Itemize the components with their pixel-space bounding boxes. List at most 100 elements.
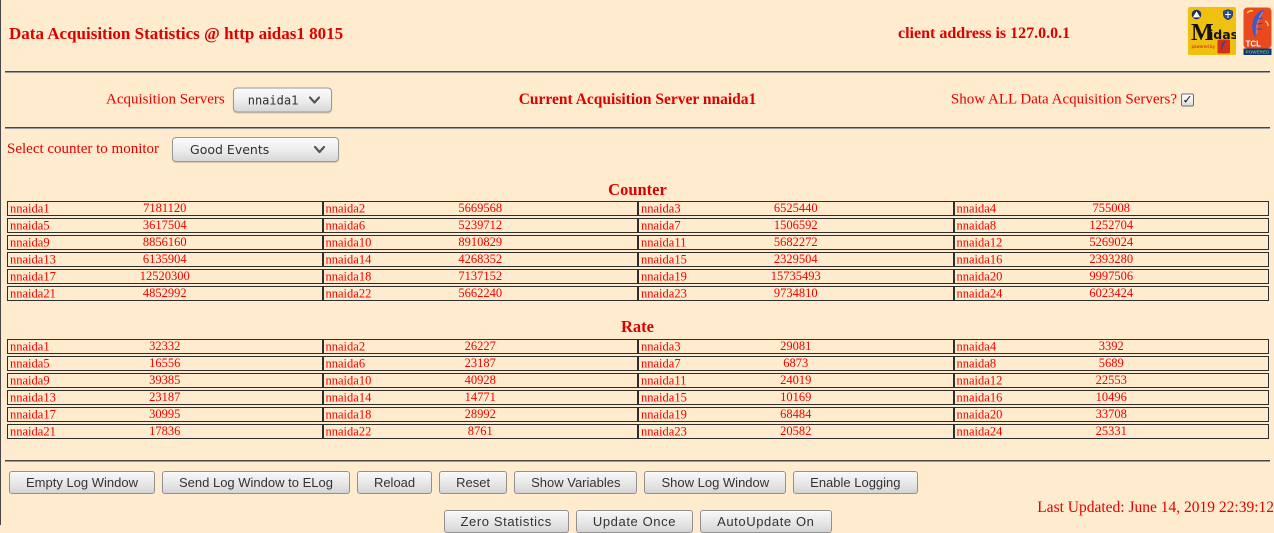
rate-cell-nnaida22: nnaida22 8761 <box>322 424 638 439</box>
rate-cell-nnaida7: nnaida7 6873 <box>638 356 954 371</box>
channel-name: nnaida17 <box>10 407 56 421</box>
rate-cell-nnaida21: nnaida21 17836 <box>7 424 323 439</box>
counter-select[interactable]: Good Events <box>172 136 340 162</box>
logo-group: M idas powered by TCL POWERED <box>1188 7 1272 55</box>
counter-cell-nnaida7: nnaida7 1506592 <box>638 218 954 233</box>
channel-name: nnaida13 <box>10 390 56 404</box>
counter-cell-nnaida4: nnaida4 755008 <box>953 201 1269 216</box>
channel-name: nnaida24 <box>956 424 1003 438</box>
channel-name: nnaida23 <box>641 286 687 300</box>
table-row: nnaida13 6135904 nnaida14 4268352 nnaida15 23… <box>7 252 1269 267</box>
counter-cell-nnaida12: nnaida12 5269024 <box>953 235 1269 250</box>
channel-name: nnaida15 <box>641 390 687 404</box>
counter-cell-nnaida21: nnaida21 4852992 <box>7 286 323 301</box>
last-updated-text: Last Updated: June 14, 2019 22:39:12 <box>1037 499 1274 516</box>
channel-name: nnaida6 <box>325 218 366 232</box>
channel-name: nnaida2 <box>325 339 366 353</box>
acquisition-servers-row: Acquisition Servers nnaida1 Current Acqu… <box>1 73 1274 127</box>
channel-name: nnaida11 <box>641 235 687 249</box>
rate-cell-nnaida20: nnaida20 33708 <box>953 407 1269 422</box>
reload-button[interactable]: Reload <box>356 471 433 494</box>
channel-name: nnaida7 <box>641 356 681 370</box>
channel-name: nnaida21 <box>10 424 56 438</box>
channel-name: nnaida12 <box>956 373 1003 387</box>
channel-name: nnaida1 <box>10 339 50 353</box>
channel-name: nnaida17 <box>10 269 56 283</box>
toolbar-row-1: Empty Log Window Send Log Window to ELog R… <box>9 471 1274 494</box>
empty-log-window-button[interactable]: Empty Log Window <box>9 471 155 494</box>
counter-cell-nnaida2: nnaida2 5669568 <box>322 201 638 216</box>
rate-cell-nnaida15: nnaida15 10169 <box>638 390 954 405</box>
rate-cell-nnaida10: nnaida10 40928 <box>322 373 638 388</box>
channel-name: nnaida14 <box>325 390 372 404</box>
rate-cell-nnaida23: nnaida23 20582 <box>638 424 954 439</box>
midas-logo-icon: M idas powered by <box>1188 7 1236 55</box>
channel-name: nnaida10 <box>325 373 372 387</box>
select-counter-label: Select counter to monitor <box>7 140 160 157</box>
rate-cell-nnaida13: nnaida13 23187 <box>7 390 323 405</box>
counter-cell-nnaida9: nnaida9 8856160 <box>7 235 323 250</box>
channel-value: 32332 <box>149 339 181 353</box>
rate-cell-nnaida5: nnaida5 16556 <box>7 356 323 371</box>
rate-cell-nnaida16: nnaida16 10496 <box>953 390 1269 405</box>
channel-value: 6525440 <box>773 201 818 215</box>
table-row: nnaida5 16556 nnaida6 23187 nnaida7 6873 nnaid… <box>7 356 1269 371</box>
rate-cell-nnaida1: nnaida1 32332 <box>7 339 323 354</box>
current-server-text: Current Acquisition Server nnaida1 <box>518 91 757 108</box>
channel-name: nnaida22 <box>325 424 372 438</box>
table-row: nnaida21 17836 nnaida22 8761 nnaida23 20582 nn… <box>7 424 1269 439</box>
counter-cell-nnaida3: nnaida3 6525440 <box>638 201 954 216</box>
counter-select-value: Good Events <box>190 141 270 157</box>
counter-cell-nnaida18: nnaida18 7137152 <box>322 269 638 284</box>
chevron-down-icon <box>313 145 326 153</box>
rate-table: nnaida1 32332 nnaida2 26227 nnaida3 29081 nnai… <box>7 337 1269 441</box>
counter-cell-nnaida1: nnaida1 7181120 <box>7 201 323 216</box>
rate-cell-nnaida3: nnaida3 29081 <box>638 339 954 354</box>
channel-name: nnaida19 <box>641 269 687 283</box>
channel-name: nnaida21 <box>10 286 56 300</box>
counter-cell-nnaida16: nnaida16 2393280 <box>953 252 1269 267</box>
show-log-window-button[interactable]: Show Log Window <box>644 471 787 494</box>
rate-cell-nnaida9: nnaida9 39385 <box>7 373 323 388</box>
show-all-servers-label: Show ALL Data Acquisition Servers? <box>950 91 1177 108</box>
counter-cell-nnaida5: nnaida5 3617504 <box>7 218 323 233</box>
rate-cell-nnaida17: nnaida17 30995 <box>7 407 323 422</box>
show-all-checkbox[interactable]: ✓ <box>1181 93 1194 107</box>
counter-cell-nnaida17: nnaida17 12520300 <box>7 269 323 284</box>
counter-cell-nnaida15: nnaida15 2329504 <box>638 252 954 267</box>
channel-name: nnaida5 <box>10 218 50 232</box>
channel-name: nnaida7 <box>641 218 681 232</box>
send-log-window-to-elog-button[interactable]: Send Log Window to ELog <box>162 471 350 494</box>
channel-value: 5689 <box>1098 356 1124 370</box>
counter-cell-nnaida22: nnaida22 5662240 <box>322 286 638 301</box>
channel-name: nnaida16 <box>956 390 1003 404</box>
channel-name: nnaida24 <box>956 286 1003 300</box>
update-once-button[interactable]: Update Once <box>575 510 694 533</box>
table-row: nnaida5 3617504 nnaida6 5239712 nnaida7 15065… <box>7 218 1269 233</box>
channel-value: 5669568 <box>458 201 503 215</box>
reset-button[interactable]: Reset <box>439 471 508 494</box>
acquisition-server-select[interactable]: nnaida1 <box>232 87 333 113</box>
client-address-text: client address is 127.0.0.1 <box>898 25 1071 42</box>
table-row: nnaida13 23187 nnaida14 14771 nnaida15 10169 n… <box>7 390 1269 405</box>
acquisition-server-select-value: nnaida1 <box>247 93 299 107</box>
channel-name: nnaida3 <box>641 201 681 215</box>
daq-statistics-page: Data Acquisition Statistics @ http aidas… <box>0 0 1274 533</box>
channel-name: nnaida1 <box>10 201 50 215</box>
autoupdate-on-button[interactable]: AutoUpdate On <box>700 510 832 533</box>
counter-cell-nnaida23: nnaida23 9734810 <box>638 286 954 301</box>
channel-value: 1506592 <box>773 218 818 232</box>
show-variables-button[interactable]: Show Variables <box>514 471 638 494</box>
channel-value: 5239712 <box>458 218 503 232</box>
channel-name: nnaida20 <box>956 407 1003 421</box>
channel-name: nnaida5 <box>10 356 50 370</box>
channel-value: 1252704 <box>1089 218 1134 232</box>
rate-cell-nnaida18: nnaida18 28992 <box>322 407 638 422</box>
channel-value: 8856160 <box>142 235 187 249</box>
rate-cell-nnaida11: nnaida11 24019 <box>638 373 954 388</box>
channel-name: nnaida20 <box>956 269 1003 283</box>
enable-logging-button[interactable]: Enable Logging <box>793 471 918 494</box>
channel-name: nnaida6 <box>325 356 366 370</box>
rate-cell-nnaida6: nnaida6 23187 <box>322 356 638 371</box>
zero-statistics-button[interactable]: Zero Statistics <box>443 510 569 533</box>
